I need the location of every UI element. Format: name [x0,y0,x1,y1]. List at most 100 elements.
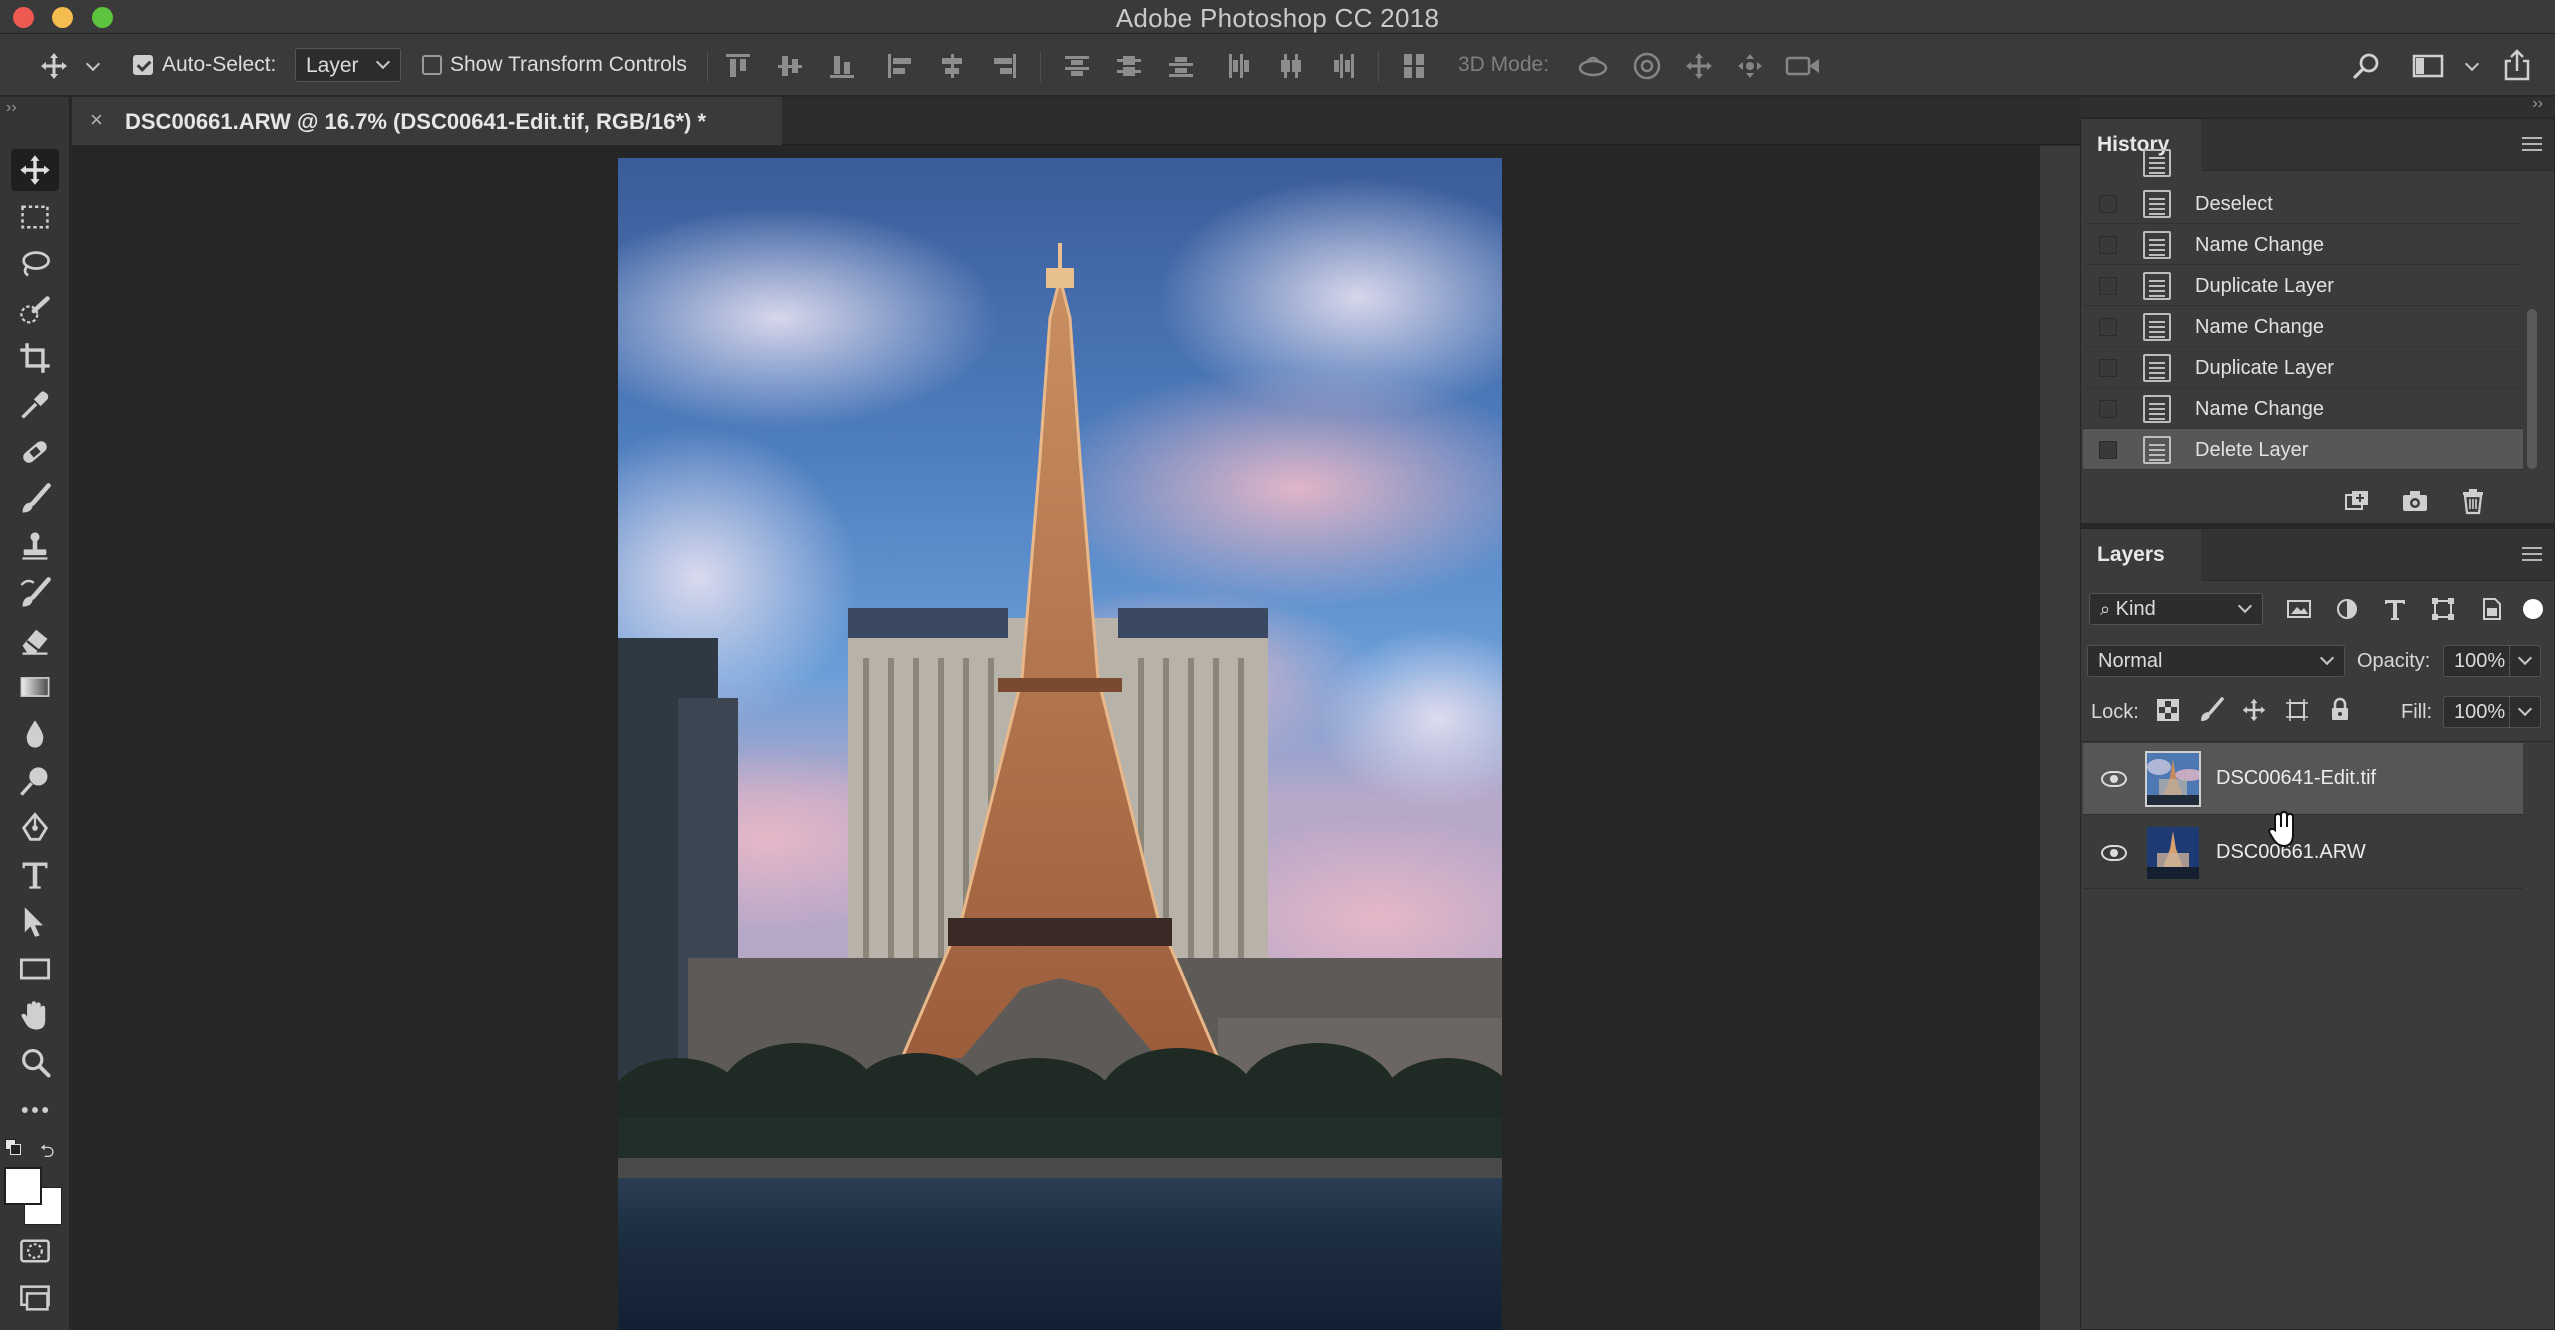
distribute-right-edges-icon[interactable] [1331,54,1355,78]
align-top-edges-icon[interactable] [726,54,750,78]
tool-preset-chevron-down-icon[interactable] [85,56,101,72]
collapse-chevrons-icon[interactable]: ›› [6,99,17,117]
layer-filter-dropdown[interactable]: ⌕ Kind [2089,593,2263,625]
more-tools-icon[interactable] [11,1089,59,1131]
auto-align-layers-icon[interactable] [1402,54,1426,78]
history-state[interactable]: Name Change [2083,224,2523,265]
layer-visibility-eye-icon[interactable] [2101,771,2127,787]
history-state[interactable]: Deselect [2083,183,2523,224]
layer-thumbnail[interactable] [2145,825,2201,881]
filter-pixel-layers-icon[interactable] [2285,595,2315,625]
dodge-tool-icon[interactable] [11,760,59,802]
eyedropper-tool-icon[interactable] [11,384,59,426]
blend-mode-dropdown[interactable]: Normal [2087,645,2345,677]
quick-mask-mode-icon[interactable] [11,1230,59,1272]
lasso-tool-icon[interactable] [11,243,59,285]
default-colors-icon[interactable] [5,1139,23,1157]
filter-shape-layers-icon[interactable] [2429,595,2459,625]
align-vertical-centers-icon[interactable] [778,54,802,78]
collapse-panels-icon[interactable]: ›› [2532,95,2543,113]
workspace-chevron-down-icon[interactable] [2464,56,2480,72]
rectangle-tool-icon[interactable] [11,948,59,990]
opacity-chevron-down-icon[interactable] [2517,650,2533,666]
distribute-vertical-centers-icon[interactable] [1117,54,1141,78]
layer-row[interactable]: DSC00661.ARW [2083,817,2523,889]
lock-transparent-pixels-icon[interactable] [2155,697,2185,727]
clone-stamp-tool-icon[interactable] [11,525,59,567]
share-icon[interactable] [2500,47,2534,83]
crop-tool-icon[interactable] [11,337,59,379]
pen-tool-icon[interactable] [11,807,59,849]
history-brush-source-checkbox[interactable] [2099,441,2117,459]
eraser-tool-icon[interactable] [11,619,59,661]
new-snapshot-camera-icon[interactable] [2401,487,2431,517]
3d-roll-icon[interactable] [1630,50,1664,82]
layers-menu-icon[interactable] [2522,547,2542,561]
filter-type-layers-icon[interactable] [2381,595,2411,625]
align-left-edges-icon[interactable] [888,54,912,78]
lock-position-move-icon[interactable] [2241,697,2271,727]
lock-image-pixels-brush-icon[interactable] [2198,697,2228,727]
history-state-selected[interactable]: Delete Layer [2083,429,2523,470]
history-brush-source-checkbox[interactable] [2099,359,2117,377]
layer-visibility-eye-icon[interactable] [2101,845,2127,861]
document-image[interactable] [618,158,1502,1330]
3d-scale-camera-icon[interactable] [1784,50,1822,82]
new-document-from-state-icon[interactable] [2343,487,2373,517]
quick-selection-tool-icon[interactable] [11,290,59,332]
hand-tool-icon[interactable] [11,995,59,1037]
lock-artboard-icon[interactable] [2284,697,2314,727]
align-horizontal-centers-icon[interactable] [940,54,964,78]
type-tool-icon[interactable] [11,854,59,896]
auto-select-checkbox[interactable] [133,55,153,75]
history-brush-source-checkbox[interactable] [2099,277,2117,295]
history-state[interactable]: Name Change [2083,388,2523,429]
fill-chevron-down-icon[interactable] [2517,701,2533,717]
history-state[interactable]: Name Change [2083,306,2523,347]
swap-colors-icon[interactable]: ⮌ [40,1139,54,1169]
document-tab[interactable]: × DSC00661.ARW @ 16.7% (DSC00641-Edit.ti… [72,97,782,145]
history-state[interactable]: Duplicate Layer [2083,265,2523,306]
3d-slide-icon[interactable] [1733,50,1767,82]
filter-toggle-switch[interactable] [2523,599,2543,619]
distribute-top-edges-icon[interactable] [1065,54,1089,78]
layer-name[interactable]: DSC00641-Edit.tif [2216,767,2376,790]
layer-thumbnail[interactable] [2145,751,2201,807]
align-bottom-edges-icon[interactable] [830,54,854,78]
search-icon[interactable] [2350,49,2384,83]
lock-all-icon[interactable] [2327,697,2357,727]
distribute-horizontal-centers-icon[interactable] [1279,54,1303,78]
history-brush-source-checkbox[interactable] [2099,236,2117,254]
blur-tool-icon[interactable] [11,713,59,755]
history-brush-tool-icon[interactable] [11,572,59,614]
opacity-input[interactable]: 100% [2443,645,2541,677]
healing-brush-tool-icon[interactable] [11,431,59,473]
screen-mode-icon[interactable] [11,1277,59,1319]
layer-row-selected[interactable]: DSC00641-Edit.tif [2083,743,2523,815]
path-selection-tool-icon[interactable] [11,901,59,943]
brush-tool-icon[interactable] [11,478,59,520]
zoom-tool-icon[interactable] [11,1042,59,1084]
history-brush-source-checkbox[interactable] [2099,318,2117,336]
distribute-left-edges-icon[interactable] [1227,54,1251,78]
3d-pan-icon[interactable] [1682,50,1716,82]
move-tool-preset-icon[interactable] [36,51,72,81]
workspace-icon[interactable] [2410,49,2446,83]
history-scrollbar[interactable] [2527,309,2537,469]
filter-smart-objects-icon[interactable] [2477,595,2507,625]
rectangular-marquee-tool-icon[interactable] [11,196,59,238]
show-transform-controls-checkbox[interactable] [422,55,442,75]
distribute-bottom-edges-icon[interactable] [1169,54,1193,78]
history-tab[interactable]: History [2081,119,2201,171]
gradient-tool-icon[interactable] [11,666,59,708]
layers-tab[interactable]: Layers [2081,529,2201,581]
close-tab-icon[interactable]: × [90,107,103,133]
fill-input[interactable]: 100% [2443,696,2541,728]
history-state[interactable]: Duplicate Layer [2083,347,2523,388]
history-menu-icon[interactable] [2522,137,2542,151]
delete-state-trash-icon[interactable] [2459,487,2489,517]
history-brush-source-checkbox[interactable] [2099,195,2117,213]
move-tool-icon[interactable] [11,149,59,191]
foreground-color-swatch[interactable] [4,1167,42,1205]
auto-select-dropdown[interactable]: Layer [295,48,401,82]
